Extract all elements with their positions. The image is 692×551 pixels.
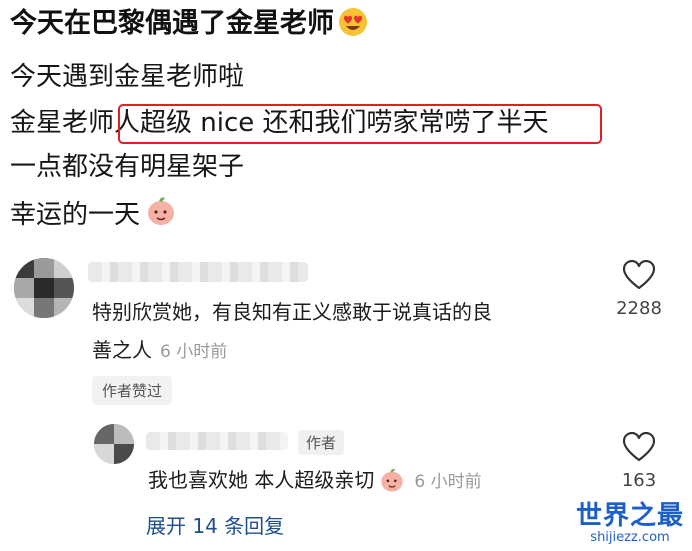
expand-replies-link[interactable]: 展开 14 条回复: [146, 510, 284, 539]
peach-emoji-icon: [144, 194, 178, 239]
author-badge: 作者: [298, 430, 345, 455]
post-line-3: 一点都没有明星架子: [10, 152, 245, 182]
commenter-name-blurred[interactable]: [88, 262, 308, 282]
heart-icon[interactable]: [622, 431, 656, 466]
comment-text-line-2-text: 善之人: [92, 338, 152, 362]
watermark-logo: 世界之最 shijiezz.com: [576, 501, 684, 545]
post-title: 今天在巴黎偶遇了金星老师: [10, 4, 368, 49]
reply-avatar[interactable]: [94, 424, 134, 464]
peach-emoji-icon: [378, 466, 406, 505]
comment-text-line-1: 特别欣赏她，有良知有正义感敢于说真话的良: [92, 300, 492, 324]
watermark-title: 世界之最: [575, 501, 684, 531]
post-line-4: 幸运的一天: [10, 194, 178, 239]
heart-icon[interactable]: [622, 259, 656, 294]
liked-by-author-badge: 作者赞过: [92, 376, 173, 405]
comment-text-line-2: 善之人 6 小时前: [92, 332, 227, 370]
post-line-4-text: 幸运的一天: [10, 200, 141, 230]
reply-text-content: 我也喜欢她 本人超级亲切: [148, 468, 375, 492]
post-title-text: 今天在巴黎偶遇了金星老师: [10, 8, 334, 39]
heart-eyes-emoji-icon: [338, 7, 368, 49]
reply-like-count: 163: [621, 470, 657, 491]
reply-name-blurred[interactable]: [146, 432, 288, 450]
commenter-avatar[interactable]: [14, 258, 74, 318]
reply-time: 6 小时前: [414, 472, 482, 492]
post-line-1: 今天遇到金星老师啦: [10, 62, 245, 92]
like-count: 2288: [616, 298, 662, 319]
highlight-box: [118, 104, 602, 144]
reply-text: 我也喜欢她 本人超级亲切 6 小时前: [148, 462, 482, 505]
comment-time: 6 小时前: [160, 342, 228, 362]
watermark-domain: shijiezz.com: [590, 530, 670, 545]
